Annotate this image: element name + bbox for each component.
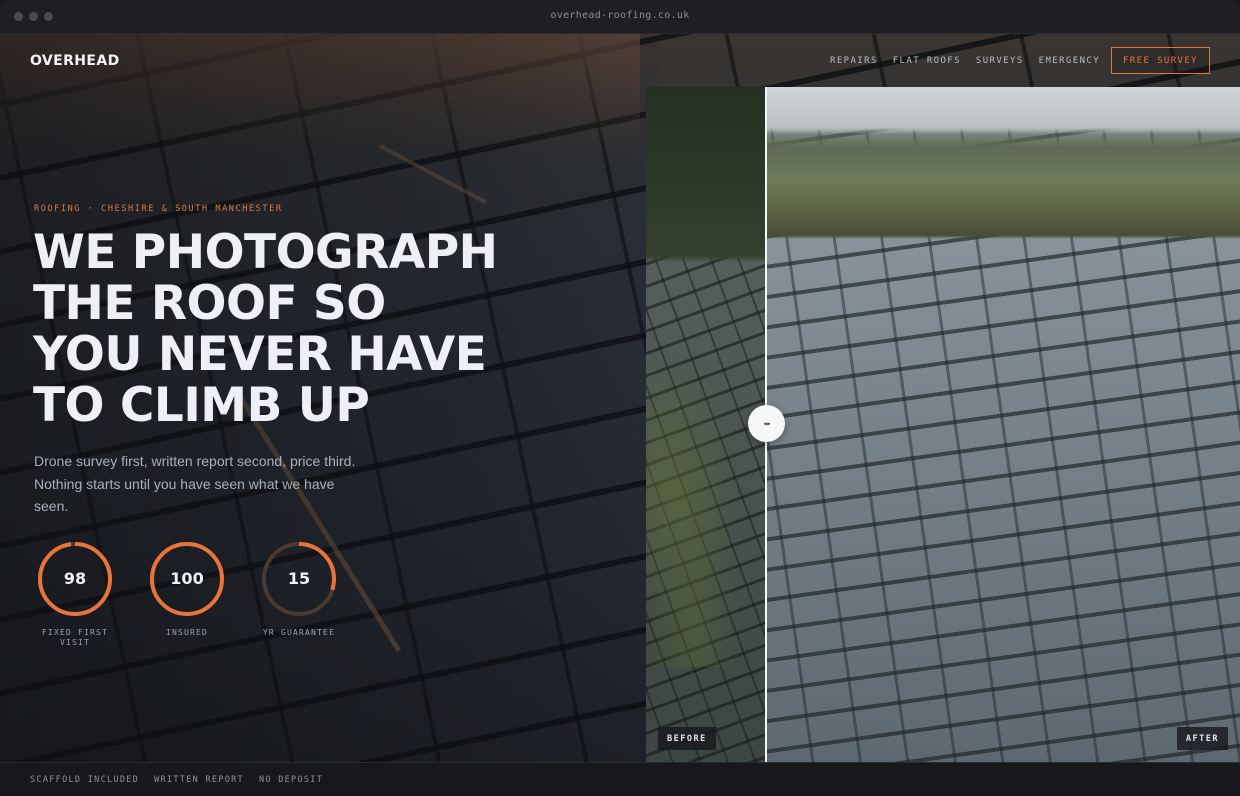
hero-eyebrow: ROOFING · CHESHIRE & SOUTH MANCHESTER bbox=[34, 204, 283, 214]
nav-item-flat-roofs[interactable]: FLAT ROOFS bbox=[893, 56, 961, 66]
headline-line: YOU NEVER HAVE bbox=[33, 327, 487, 382]
drag-arrows-icon: ◂▸ bbox=[762, 419, 772, 428]
stat-yr-guarantee: 15 YR GUARANTEE bbox=[244, 541, 354, 638]
before-label: BEFORE bbox=[658, 727, 716, 750]
stat-label: FIXED FIRST VISIT bbox=[41, 628, 109, 647]
stat-value: 98 bbox=[63, 569, 87, 588]
free-survey-button[interactable]: FREE SURVEY bbox=[1111, 47, 1210, 74]
hero-subcopy: Drone survey first, written report secon… bbox=[34, 453, 356, 514]
site-logo[interactable]: OVERHEAD bbox=[30, 53, 120, 69]
main-nav: REPAIRS FLAT ROOFS SURVEYS EMERGENCY bbox=[830, 56, 1115, 66]
after-image bbox=[767, 87, 1240, 762]
slider-handle[interactable]: ◂▸ bbox=[748, 405, 785, 442]
stat-value: 100 bbox=[170, 569, 204, 588]
feature-written-report: WRITTEN REPORT bbox=[154, 775, 244, 785]
browser-window: overhead-roofing.co.uk OVERHEAD REPAIRS … bbox=[0, 0, 1240, 796]
before-after-slider[interactable]: ◂▸ BEFORE AFTER bbox=[646, 87, 1240, 762]
address-bar-url[interactable]: overhead-roofing.co.uk bbox=[0, 10, 1240, 21]
hero-headline: WE PHOTOGRAPH THE ROOF SO YOU NEVER HAVE… bbox=[33, 227, 633, 431]
stat-ring: 15 bbox=[261, 541, 337, 617]
stat-ring: 98 bbox=[37, 541, 113, 617]
nav-item-emergency[interactable]: EMERGENCY bbox=[1039, 56, 1100, 66]
feature-scaffold-included: SCAFFOLD INCLUDED bbox=[30, 775, 140, 785]
nav-item-repairs[interactable]: REPAIRS bbox=[830, 56, 878, 66]
before-image-moss bbox=[646, 367, 766, 667]
feature-no-deposit: NO DEPOSIT bbox=[258, 775, 324, 785]
stat-label: YR GUARANTEE bbox=[262, 628, 336, 637]
nav-item-surveys[interactable]: SURVEYS bbox=[976, 56, 1024, 66]
browser-titlebar: overhead-roofing.co.uk bbox=[0, 0, 1240, 34]
stat-value: 15 bbox=[287, 569, 311, 588]
feature-list: SCAFFOLD INCLUDED WRITTEN REPORT NO DEPO… bbox=[30, 775, 338, 785]
stat-label: INSURED bbox=[165, 628, 209, 637]
feature-strip: SCAFFOLD INCLUDED WRITTEN REPORT NO DEPO… bbox=[0, 762, 1240, 796]
stat-fixed-first-visit: 98 FIXED FIRST VISIT bbox=[20, 541, 130, 648]
headline-line: TO CLIMB UP bbox=[33, 378, 370, 433]
headline-line: WE PHOTOGRAPH bbox=[33, 225, 498, 280]
stat-ring: 100 bbox=[149, 541, 225, 617]
stat-insured: 100 INSURED bbox=[132, 541, 242, 638]
after-label: AFTER bbox=[1176, 727, 1228, 750]
headline-line: THE ROOF SO bbox=[33, 276, 386, 331]
